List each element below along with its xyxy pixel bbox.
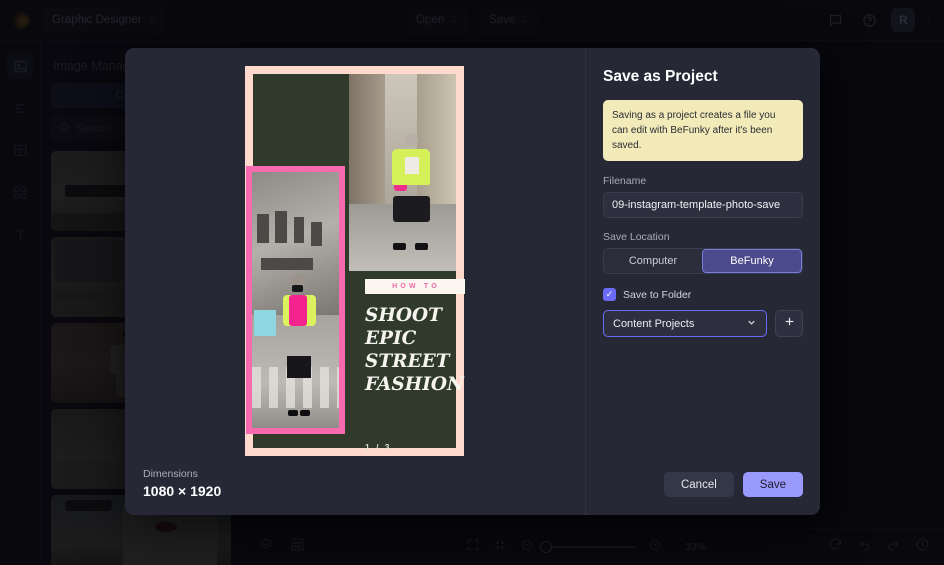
filename-value: 09-instagram-template-photo-save (612, 199, 780, 211)
info-notice: Saving as a project creates a file you c… (603, 100, 803, 161)
chevron-down-icon (746, 317, 757, 331)
cancel-button-label: Cancel (681, 479, 717, 491)
save-to-folder-label: Save to Folder (623, 289, 691, 301)
dialog-title: Save as Project (603, 68, 803, 86)
design-page-number: 1 / 3 (365, 442, 392, 452)
app-root: Graphic Designer ⌄ Open ⌄ Save ⌄ (0, 0, 944, 565)
headline-line-1: SHOOT (365, 304, 465, 327)
save-location-befunky-option[interactable]: BeFunky (702, 249, 802, 273)
folder-select-value: Content Projects (613, 318, 694, 330)
headline-line-3: STREET (365, 350, 465, 373)
design-eyebrow: HOW TO (365, 279, 465, 294)
save-to-folder-checkbox[interactable]: ✓ (603, 288, 616, 301)
save-options-pane: Save as Project Saving as a project crea… (586, 48, 820, 515)
design-canvas-preview: HOW TO SHOOT EPIC STREET FASHION 1 / 3 (245, 66, 464, 456)
design-preview-pane: HOW TO SHOOT EPIC STREET FASHION 1 / 3 D… (125, 48, 586, 515)
dimensions-label: Dimensions (143, 468, 221, 480)
save-location-computer-option[interactable]: Computer (604, 249, 702, 273)
filename-label: Filename (603, 175, 803, 187)
dimensions-value: 1080 × 1920 (143, 483, 221, 499)
design-photo-top-right (349, 74, 456, 271)
plus-icon (783, 315, 796, 332)
save-as-project-dialog: HOW TO SHOOT EPIC STREET FASHION 1 / 3 D… (125, 48, 820, 515)
filename-input[interactable]: 09-instagram-template-photo-save (603, 192, 803, 218)
save-to-folder-row[interactable]: ✓ Save to Folder (603, 288, 803, 301)
dialog-actions: Cancel Save (664, 472, 803, 497)
headline-line-2: EPIC (365, 327, 465, 350)
folder-selection-row: Content Projects (603, 310, 803, 337)
design-headline: SHOOT EPIC STREET FASHION (365, 304, 465, 397)
save-location-label: Save Location (603, 231, 803, 243)
save-button[interactable]: Save (743, 472, 803, 497)
headline-line-4: FASHION (365, 373, 465, 396)
save-location-segmented-control: Computer BeFunky (603, 248, 803, 274)
add-folder-button[interactable] (775, 310, 803, 337)
dimensions-info: Dimensions 1080 × 1920 (143, 468, 221, 499)
design-text-block: HOW TO SHOOT EPIC STREET FASHION (365, 279, 465, 397)
save-button-label: Save (760, 479, 786, 491)
cancel-button[interactable]: Cancel (664, 472, 734, 497)
folder-select[interactable]: Content Projects (603, 310, 767, 337)
design-photo-mid-left (246, 166, 345, 434)
